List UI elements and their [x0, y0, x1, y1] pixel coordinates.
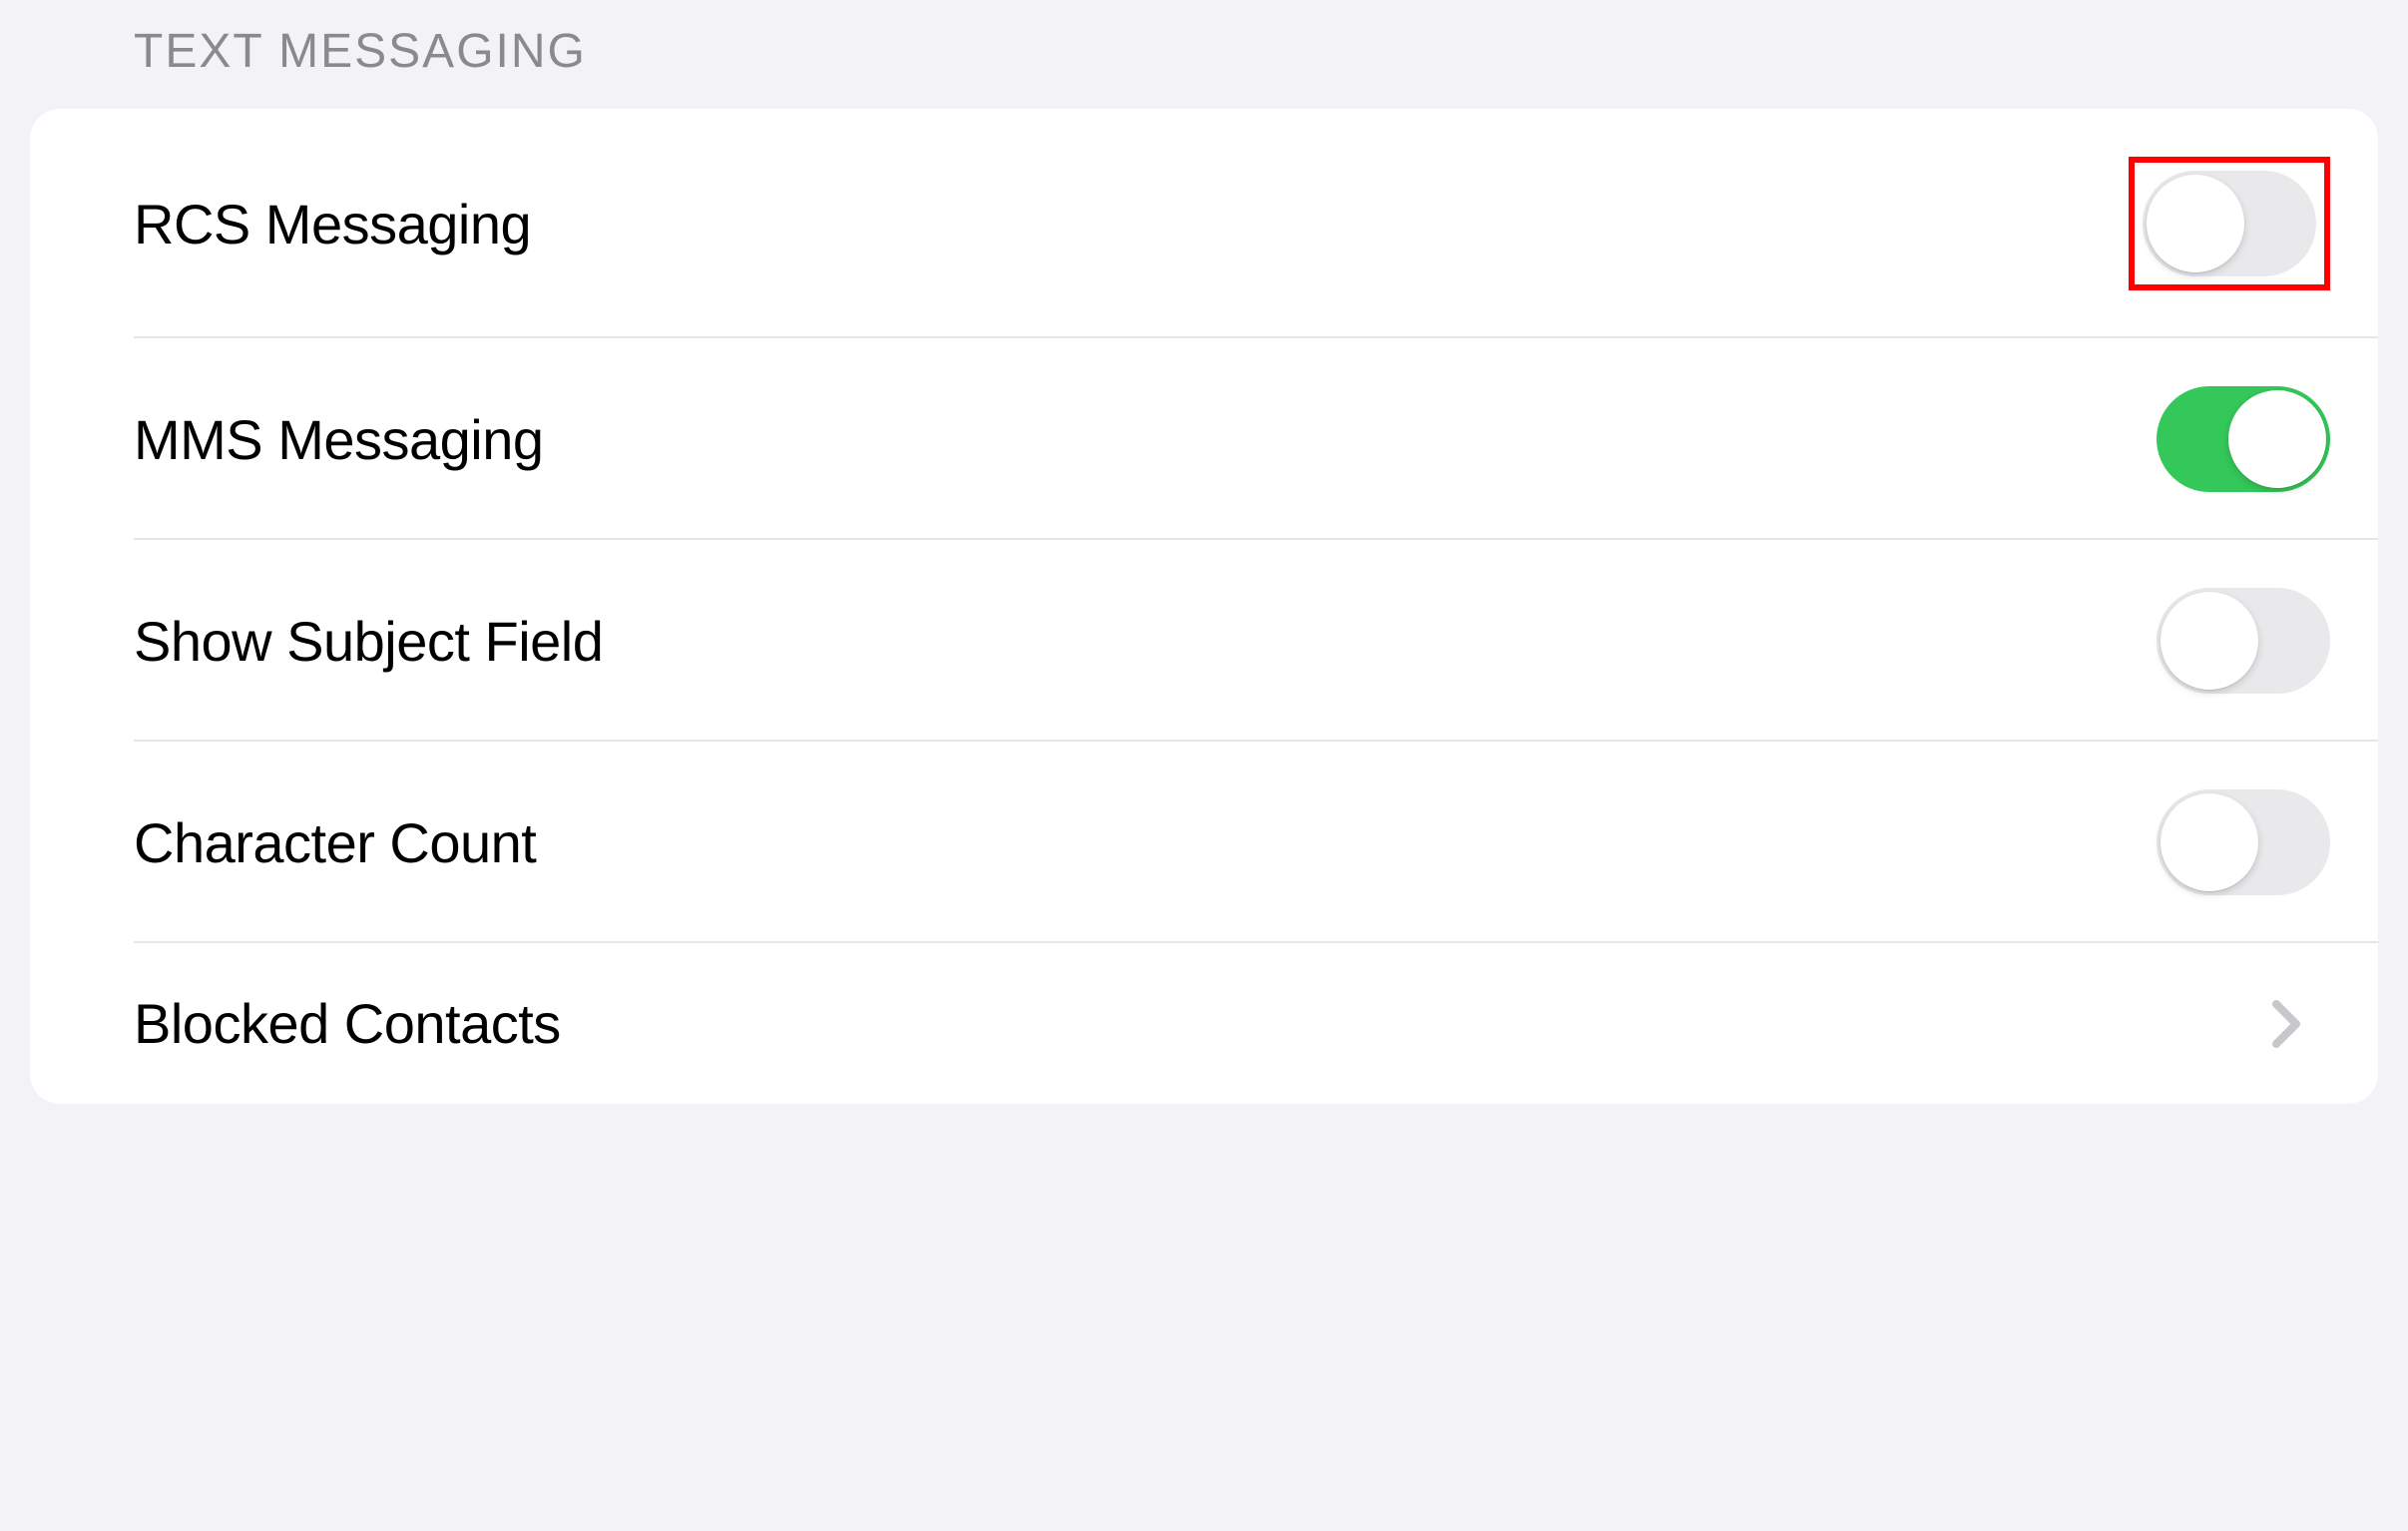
row-label: RCS Messaging — [134, 192, 531, 256]
row-label: Blocked Contacts — [134, 991, 561, 1056]
toggle-mms-messaging[interactable] — [2157, 386, 2330, 492]
row-mms-messaging: MMS Messaging — [30, 338, 2378, 540]
chevron-right-icon — [2272, 1000, 2300, 1048]
row-label: MMS Messaging — [134, 407, 544, 472]
highlight-box — [2129, 157, 2330, 290]
row-character-count: Character Count — [30, 742, 2378, 943]
toggle-show-subject-field[interactable] — [2157, 588, 2330, 694]
row-rcs-messaging: RCS Messaging — [30, 109, 2378, 338]
toggle-knob — [2147, 175, 2244, 272]
row-blocked-contacts[interactable]: Blocked Contacts — [30, 943, 2378, 1104]
row-label: Show Subject Field — [134, 609, 603, 674]
toggle-knob — [2161, 793, 2258, 891]
toggle-knob — [2161, 592, 2258, 690]
toggle-character-count[interactable] — [2157, 789, 2330, 895]
settings-group: RCS Messaging MMS Messaging Show Subject… — [30, 109, 2378, 1104]
toggle-knob — [2228, 390, 2326, 488]
toggle-rcs-messaging[interactable] — [2143, 171, 2316, 276]
section-header: TEXT MESSAGING — [4, 4, 2404, 109]
row-show-subject-field: Show Subject Field — [30, 540, 2378, 742]
row-label: Character Count — [134, 810, 536, 875]
